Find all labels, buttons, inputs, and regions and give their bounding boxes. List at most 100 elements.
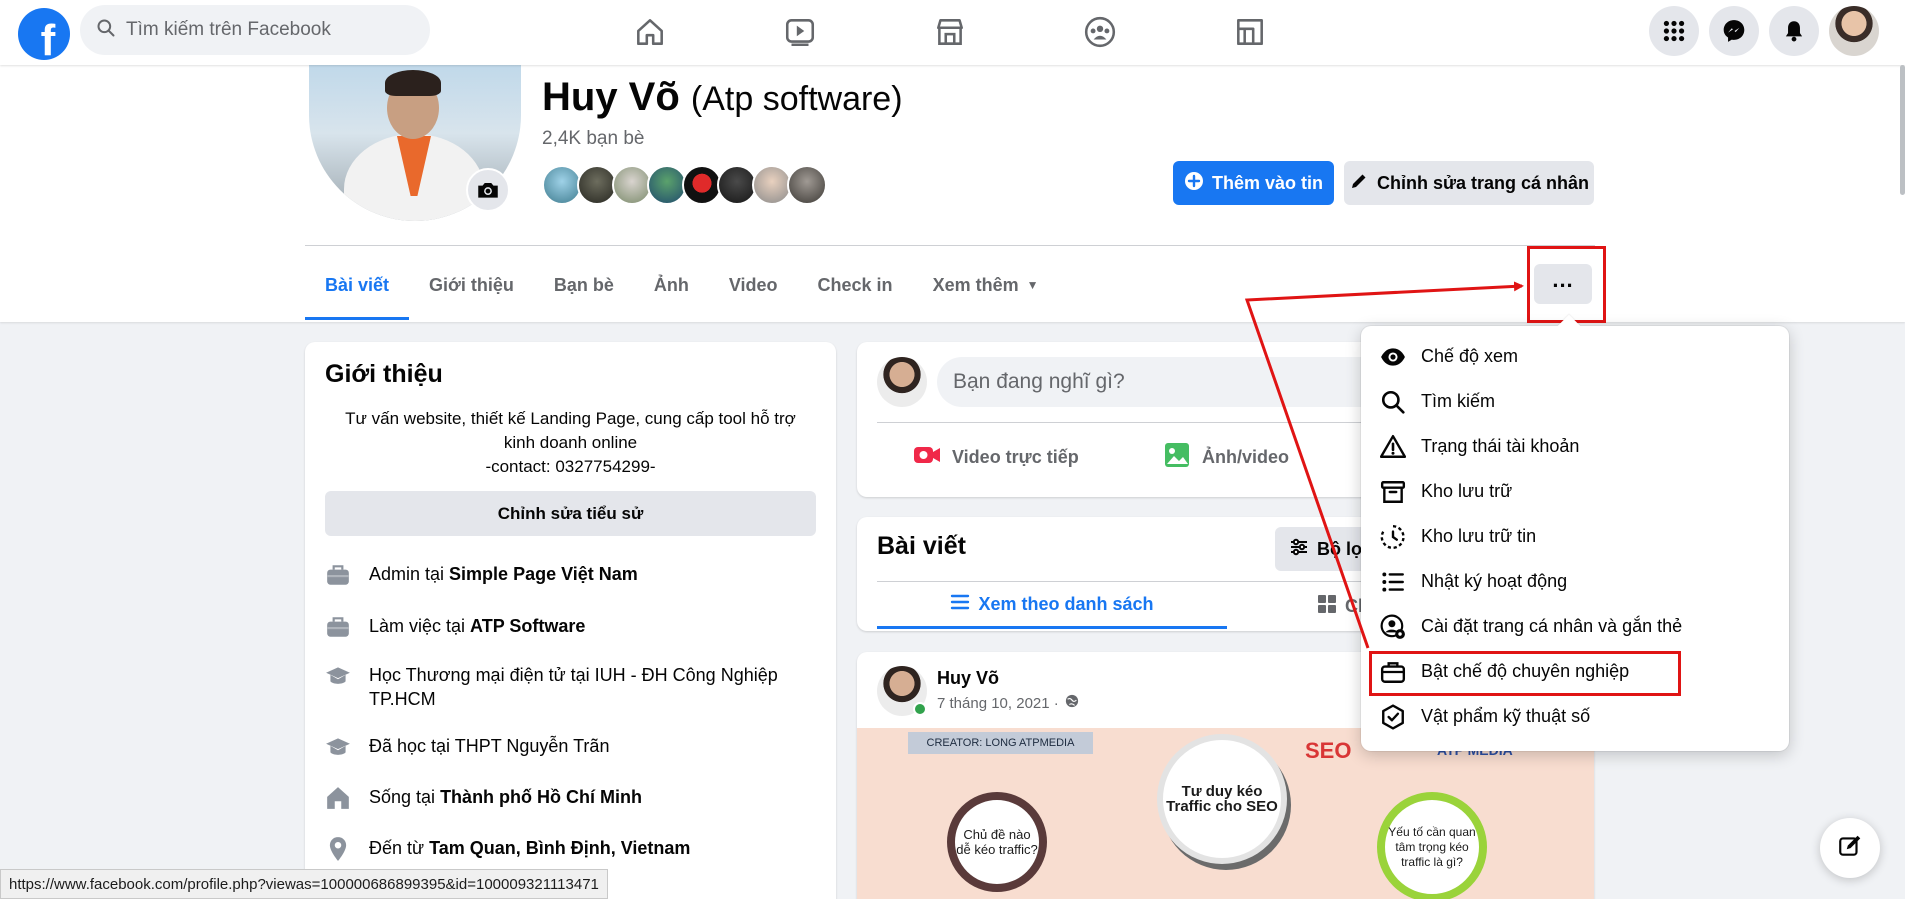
marketplace-icon[interactable] (900, 8, 1000, 56)
tab-label: Giới thiệu (429, 274, 514, 295)
edit-profile-button[interactable]: Chỉnh sửa trang cá nhân (1344, 161, 1594, 205)
account-avatar[interactable] (1829, 6, 1879, 56)
intro-item-link[interactable]: Simple Page Việt Nam (449, 564, 638, 584)
menu-item-digital-collectibles[interactable]: Vật phẩm kỹ thuật số (1361, 694, 1789, 739)
intro-item-prefix: Sống tại (369, 787, 441, 807)
compose-icon (1837, 833, 1863, 864)
intro-item-prefix: Admin tại (369, 564, 450, 584)
digital-collectibles-icon (1379, 703, 1407, 731)
menu-item-story-archive[interactable]: Kho lưu trữ tin (1361, 514, 1789, 559)
tab-label: Check in (817, 274, 893, 295)
friend-count[interactable]: 2,4K bạn bè (542, 128, 644, 150)
globe-icon (1065, 694, 1079, 712)
friend-avatar[interactable] (647, 165, 687, 205)
intro-item-text: Học Thương mại điện tử tại IUH - ĐH Công… (369, 665, 778, 709)
menu-item-archive[interactable]: Kho lưu trữ (1361, 469, 1789, 514)
intro-item-link[interactable]: Thành phố Hồ Chí Minh (440, 787, 642, 807)
friend-avatar[interactable] (752, 165, 792, 205)
tab-label: Bạn bè (553, 274, 614, 295)
tab-photos[interactable]: Ảnh (634, 250, 709, 320)
menu-item-account-status[interactable]: Trạng thái tài khoản (1361, 424, 1789, 469)
intro-title: Giới thiệu (325, 360, 443, 388)
search-icon (1379, 388, 1407, 416)
new-message-button[interactable] (1820, 818, 1880, 878)
tab-check-ins[interactable]: Check in (798, 250, 913, 320)
facebook-logo[interactable]: f (18, 8, 70, 60)
annotation-highlight-professional-mode (1369, 651, 1681, 696)
tab-label: Bài viết (325, 274, 390, 295)
intro-item-text: Đã học tại THPT Nguyễn Trãn (369, 736, 610, 756)
friend-avatar[interactable] (717, 165, 757, 205)
pencil-icon (1349, 171, 1369, 196)
grid-icon (1317, 594, 1337, 619)
intro-item-from: Đến từ Tam Quan, Bình Định, Vietnam (325, 836, 816, 862)
menu-item-label: Vật phẩm kỹ thuật số (1421, 706, 1591, 726)
menu-grid-icon[interactable] (1649, 6, 1699, 56)
activity-log-icon (1379, 568, 1407, 596)
filter-label: Bộ lọ (1317, 538, 1362, 559)
filter-icon (1289, 537, 1309, 562)
edit-bio-button[interactable]: Chỉnh sửa tiểu sử (325, 491, 816, 536)
gaming-icon[interactable] (1200, 8, 1300, 56)
tab-posts[interactable]: Bài viết (305, 250, 410, 320)
briefcase-icon (325, 614, 351, 640)
menu-item-label: Chế độ xem (1421, 346, 1519, 366)
tab-about[interactable]: Giới thiệu (409, 250, 534, 320)
post-author-name[interactable]: Huy Võ (937, 668, 999, 689)
intro-item-link[interactable]: Tam Quan, Bình Định, Vietnam (429, 838, 690, 858)
tab-more[interactable]: Xem thêm ▼ (913, 250, 1059, 320)
menu-item-search[interactable]: Tìm kiếm (1361, 379, 1789, 424)
watch-icon[interactable] (750, 8, 850, 56)
friend-avatar[interactable] (542, 165, 582, 205)
groups-icon[interactable] (1050, 8, 1150, 56)
intro-card: Giới thiệu Tư vấn website, thiết kế Land… (305, 342, 836, 899)
page-scrollbar[interactable] (1900, 65, 1905, 195)
live-video-button[interactable]: Video trực tiếp (912, 437, 1079, 477)
menu-item-activity-log[interactable]: Nhật ký hoạt động (1361, 559, 1789, 604)
search-bar[interactable] (80, 5, 430, 55)
archive-icon (1379, 478, 1407, 506)
caret-down-icon: ▼ (1026, 278, 1039, 292)
composer-avatar[interactable] (877, 357, 927, 407)
image-seo-text: SEO (1305, 738, 1352, 763)
search-input[interactable] (126, 19, 406, 41)
image-bubble-right: Yếu tố cần quan tâm trọng kéo traffic là… (1377, 792, 1487, 899)
menu-item-label: Kho lưu trữ tin (1421, 526, 1537, 546)
profile-name: Huy Võ (Atp software) (542, 75, 903, 120)
home-icon (325, 785, 351, 811)
messenger-icon[interactable] (1709, 6, 1759, 56)
menu-item-label: Trạng thái tài khoản (1421, 436, 1580, 456)
tab-label: Xem thêm (932, 274, 1019, 295)
post-image[interactable]: CREATOR: LONG ATPMEDIA Chủ đề nào dễ kéo… (857, 728, 1594, 899)
list-icon (950, 592, 970, 617)
online-status-dot (913, 702, 927, 716)
menu-item-view-as[interactable]: Chế độ xem (1361, 334, 1789, 379)
friend-avatar[interactable] (682, 165, 722, 205)
profile-tabs: Bài viết Giới thiệu Bạn bè Ảnh Video Che… (305, 250, 1058, 320)
menu-item-profile-settings[interactable]: Cài đặt trang cá nhân và gắn thẻ (1361, 604, 1789, 649)
camera-icon[interactable] (466, 168, 510, 212)
intro-bio: Tư vấn website, thiết kế Landing Page, c… (325, 407, 816, 479)
tab-label: Video (728, 274, 778, 295)
post-date: 7 tháng 10, 2021 · (937, 694, 1079, 712)
intro-item-work-admin: Admin tại Simple Page Việt Nam (325, 562, 816, 588)
friend-avatar[interactable] (787, 165, 827, 205)
list-view-tab[interactable]: Xem theo danh sách (877, 583, 1227, 629)
post-timestamp[interactable]: 7 tháng 10, 2021 · (937, 695, 1059, 712)
notifications-icon[interactable] (1769, 6, 1819, 56)
intro-item-link[interactable]: ATP Software (470, 616, 585, 636)
home-icon[interactable] (600, 8, 700, 56)
friend-avatar[interactable] (577, 165, 617, 205)
tab-friends[interactable]: Bạn bè (534, 250, 634, 320)
photo-video-button[interactable]: Ảnh/video (1162, 437, 1289, 477)
posts-title: Bài viết (877, 532, 966, 560)
annotation-highlight-more-button (1527, 246, 1606, 323)
intro-item-education-university: Học Thương mại điện tử tại IUH - ĐH Công… (325, 663, 816, 711)
image-creator-tag: CREATOR: LONG ATPMEDIA (908, 732, 1093, 754)
warning-icon (1379, 433, 1407, 461)
briefcase-icon (325, 562, 351, 588)
friend-avatar[interactable] (612, 165, 652, 205)
tab-videos[interactable]: Video (709, 250, 798, 320)
add-to-story-button[interactable]: Thêm vào tin (1173, 161, 1334, 205)
search-icon (96, 18, 116, 43)
